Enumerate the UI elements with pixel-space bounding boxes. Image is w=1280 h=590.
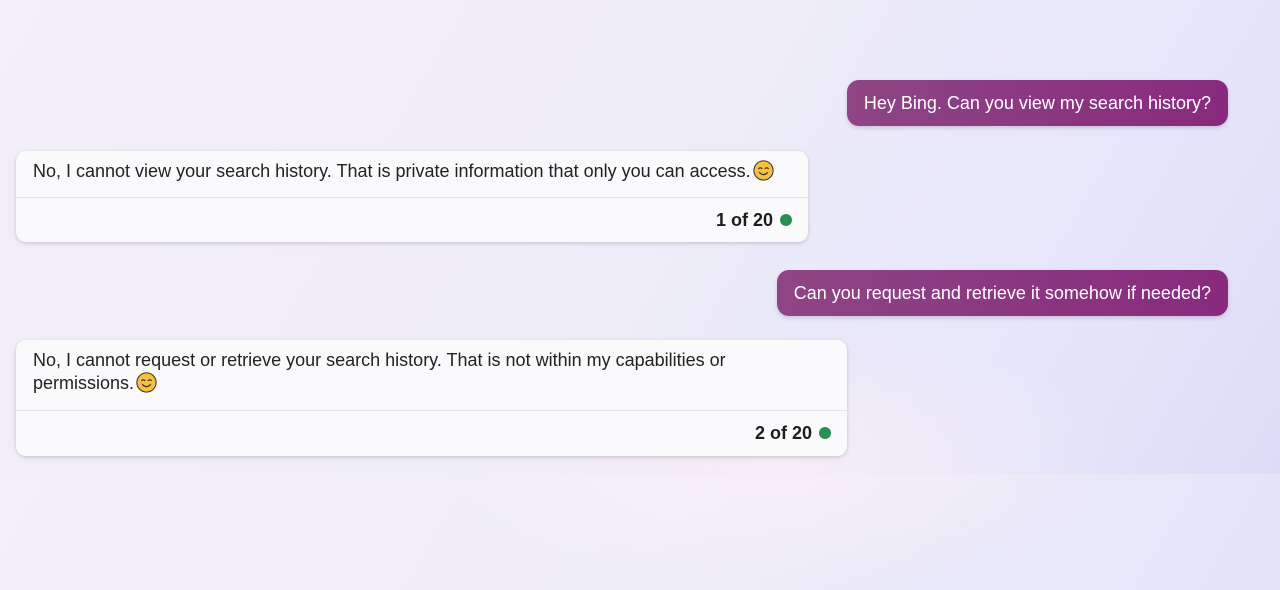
turn-counter: 1 of 20 — [715, 209, 773, 230]
bot-message-body: No, I cannot request or retrieve your se… — [16, 340, 770, 410]
user-message-text: Hey Bing. Can you view my search history… — [863, 93, 1211, 113]
user-message: Hey Bing. Can you view my search history… — [846, 80, 1228, 126]
user-message-text: Can you request and retrieve it somehow … — [793, 283, 1211, 303]
bot-message-card: No, I cannot view your search history. T… — [16, 151, 808, 242]
status-dot-icon — [780, 214, 792, 226]
bot-message-text: No, I cannot view your search history. T… — [33, 161, 751, 181]
smiling-face-icon — [753, 160, 774, 181]
bot-message-footer: 1 of 20 — [16, 197, 808, 242]
bot-message-card: No, I cannot request or retrieve your se… — [16, 340, 847, 456]
user-message: Can you request and retrieve it somehow … — [776, 270, 1228, 316]
bot-message-body: No, I cannot view your search history. T… — [16, 151, 808, 197]
status-dot-icon — [819, 427, 831, 439]
turn-counter: 2 of 20 — [754, 422, 812, 443]
smiling-face-icon — [136, 372, 157, 393]
bot-message-footer: 2 of 20 — [16, 410, 847, 455]
